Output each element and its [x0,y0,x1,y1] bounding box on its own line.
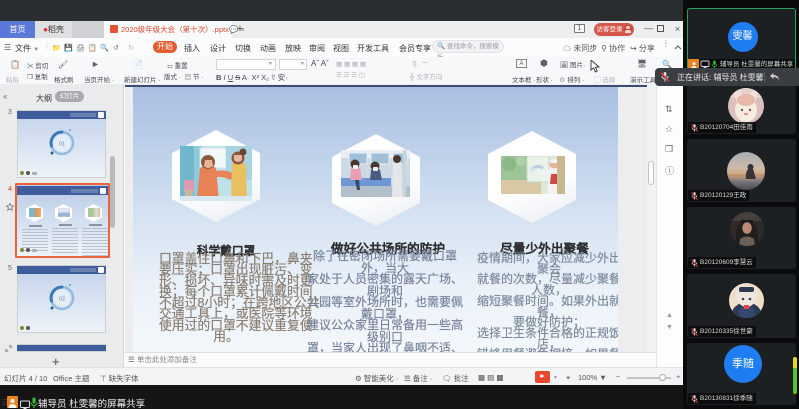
svg-text:02: 02 [59,297,65,303]
svg-text:01: 01 [59,142,65,148]
